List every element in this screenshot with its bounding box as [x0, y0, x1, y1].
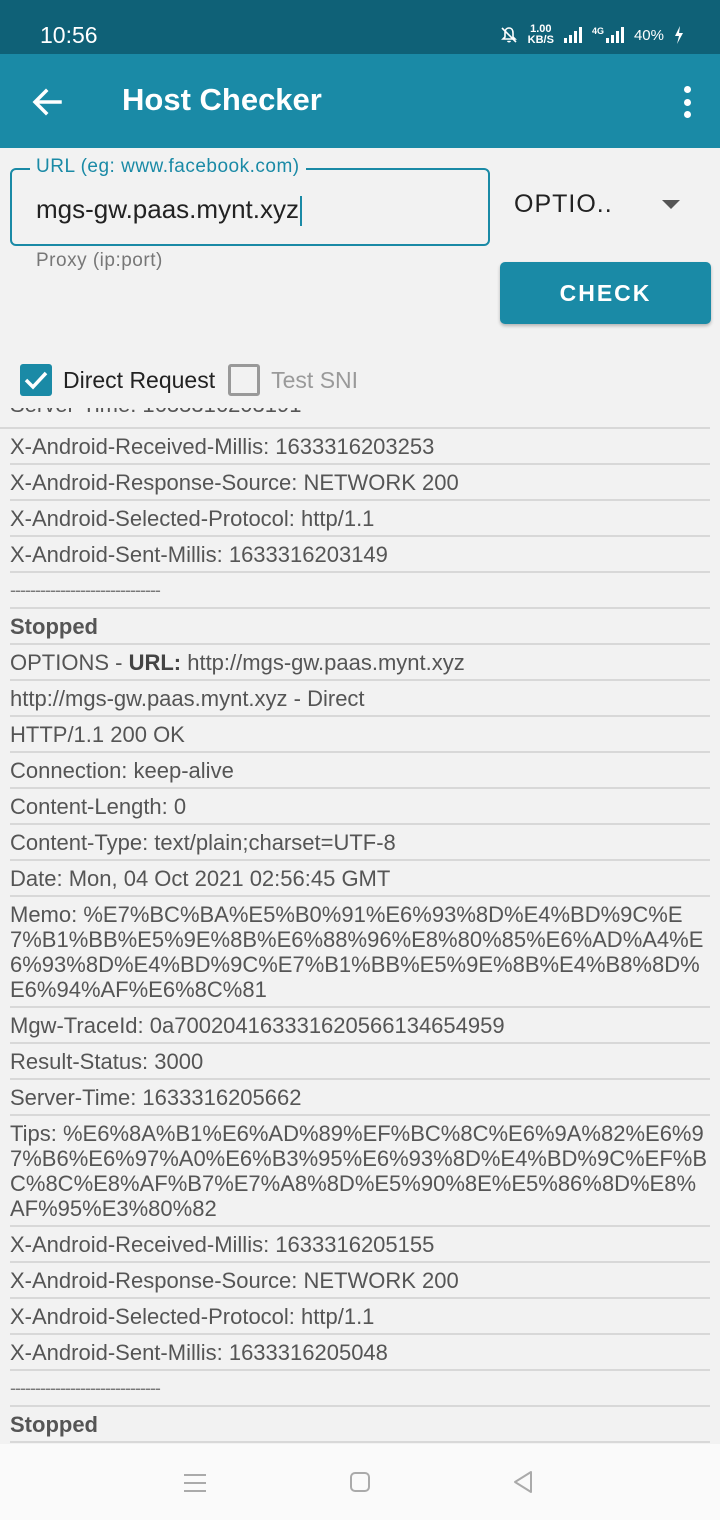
- log-line: http://mgs-gw.paas.mynt.xyz - Direct: [10, 681, 710, 717]
- log-separator: ------------------------------: [10, 573, 710, 609]
- log-line-value: http://mgs-gw.paas.mynt.xyz: [181, 650, 465, 675]
- log-line-key: URL:: [128, 650, 182, 675]
- log-line: HTTP/1.1 200 OK: [10, 717, 710, 753]
- log-line: Memo: %E7%BC%BA%E5%B0%91%E6%93%8D%E4%BD%…: [10, 897, 710, 1008]
- net-speed-unit: KB/S: [527, 34, 554, 46]
- log-separator: ------------------------------: [10, 1371, 710, 1407]
- text-cursor: [299, 196, 302, 227]
- recents-icon[interactable]: [184, 1474, 206, 1492]
- direct-request-label[interactable]: Direct Request: [63, 367, 215, 394]
- proxy-input[interactable]: Proxy (ip:port): [36, 250, 163, 272]
- status-time: 10:56: [40, 22, 98, 48]
- log-line: X-Android-Selected-Protocol: http/1.1: [10, 501, 710, 537]
- log-line-partial-text: Server-Time: 1633316203191: [10, 408, 301, 418]
- charging-bolt-icon: [675, 26, 683, 44]
- log-line: X-Android-Sent-Millis: 1633316203149: [10, 537, 710, 573]
- log-line: Result-Status: 3000: [10, 1044, 710, 1080]
- home-icon[interactable]: [350, 1472, 370, 1492]
- page-title: Host Checker: [122, 82, 322, 117]
- log-status: Stopped: [10, 1407, 710, 1443]
- status-bar: 10:56 1.00 KB/S 4G 40%: [0, 0, 720, 54]
- log-line: X-Android-Sent-Millis: 1633316205048: [10, 1335, 710, 1371]
- network-type-label: 4G: [591, 26, 604, 36]
- direct-request-checkbox[interactable]: [20, 364, 52, 396]
- mute-bell-icon: [500, 27, 517, 43]
- wifi-signal-icon: [563, 27, 582, 43]
- url-input: mgs-gw.paas.mynt.xyz: [36, 194, 302, 227]
- more-vert-icon[interactable]: [680, 86, 694, 118]
- dropdown-arrow-icon: [662, 200, 680, 209]
- checkmark-icon: [24, 371, 48, 390]
- log-line: Mgw-TraceId: 0a7002041633316205661346549…: [10, 1008, 710, 1044]
- cell-signal-icon: 4G: [592, 27, 624, 43]
- system-nav-bar: [0, 1444, 720, 1520]
- log-line: Connection: keep-alive: [10, 753, 710, 789]
- log-line: Content-Length: 0: [10, 789, 710, 825]
- net-speed: 1.00 KB/S: [528, 24, 554, 46]
- log-line: Content-Type: text/plain;charset=UTF-8: [10, 825, 710, 861]
- log-line-partial: Server-Time: 1633316203191: [0, 408, 710, 429]
- log-line: X-Android-Received-Millis: 1633316203253: [10, 429, 710, 465]
- log-line: Tips: %E6%8A%B1%E6%AD%89%EF%BC%8C%E6%9A%…: [10, 1116, 710, 1227]
- options-row: Direct Request Test SNI: [20, 362, 371, 398]
- log-line: X-Android-Response-Source: NETWORK 200: [10, 465, 710, 501]
- method-selected: OPTIO..: [514, 190, 613, 218]
- log-line: X-Android-Response-Source: NETWORK 200: [10, 1263, 710, 1299]
- log-line: X-Android-Selected-Protocol: http/1.1: [10, 1299, 710, 1335]
- arrow-left-icon[interactable]: [30, 84, 66, 120]
- log-line: X-Android-Received-Millis: 1633316205155: [10, 1227, 710, 1263]
- log-line: OPTIONS - URL: http://mgs-gw.paas.mynt.x…: [10, 645, 710, 681]
- url-field[interactable]: URL (eg: www.facebook.com) mgs-gw.paas.m…: [10, 156, 490, 246]
- log-line-method: OPTIONS -: [10, 650, 129, 675]
- log-status: Stopped: [10, 609, 710, 645]
- url-field-label: URL (eg: www.facebook.com): [30, 156, 306, 178]
- app-bar: Host Checker: [0, 54, 720, 148]
- check-button[interactable]: CHECK: [500, 262, 711, 324]
- log-line: Date: Mon, 04 Oct 2021 02:56:45 GMT: [10, 861, 710, 897]
- battery-level: 40%: [633, 26, 664, 44]
- url-input-value[interactable]: mgs-gw.paas.mynt.xyz: [36, 194, 299, 224]
- test-sni-checkbox[interactable]: [228, 364, 261, 396]
- response-log[interactable]: Server-Time: 1633316203191 X-Android-Rec…: [0, 408, 720, 1444]
- log-line: Server-Time: 1633316205662: [10, 1080, 710, 1116]
- log-lines: X-Android-Received-Millis: 1633316203253…: [0, 429, 720, 1443]
- status-icons: 1.00 KB/S 4G 40%: [500, 24, 684, 46]
- back-triangle-icon[interactable]: [512, 1470, 534, 1494]
- method-dropdown[interactable]: OPTIO..: [514, 188, 694, 228]
- test-sni-label[interactable]: Test SNI: [271, 367, 358, 394]
